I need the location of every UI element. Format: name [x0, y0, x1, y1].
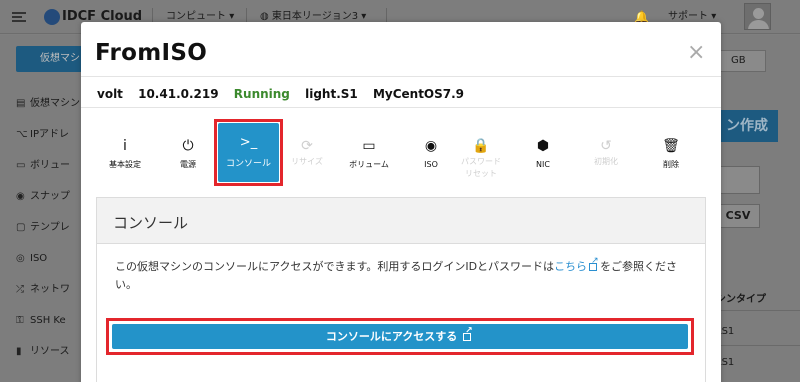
lock-icon: 🔒 — [472, 138, 490, 154]
template-icon: ▢ — [16, 222, 26, 233]
divider — [81, 107, 721, 108]
status-badge: Running — [233, 87, 290, 101]
sidebar-item[interactable]: ▮ リソース — [16, 342, 70, 362]
tab-label: パスワード — [461, 157, 501, 166]
create-button[interactable]: ン作成 — [716, 110, 778, 142]
tab-7: 🔒 パスワードリセット — [451, 118, 511, 184]
sidebar-item[interactable]: ▭ ボリュー — [16, 156, 70, 176]
tab-label: 初期化 — [594, 157, 618, 166]
chevron-down-icon: ▾ — [711, 11, 717, 22]
tag-icon: ⬢ — [536, 138, 550, 154]
tab-label: 基本設定 — [109, 160, 141, 169]
vm-name: volt — [97, 87, 123, 101]
panel-title: コンソール — [113, 214, 189, 232]
avatar[interactable] — [744, 3, 771, 30]
highlight-box — [214, 119, 283, 186]
sidebar-item[interactable]: ◎ ISO — [16, 249, 47, 269]
sidebar-item-label: ISO — [30, 253, 48, 264]
sidebar-item[interactable]: ⤮ ネットワ — [16, 280, 70, 300]
tab-1[interactable]: i 基本設定 — [95, 118, 155, 184]
trash-icon: 🗑 — [662, 138, 680, 154]
hdd-icon: ▭ — [362, 138, 376, 154]
vm-detail-modal: FromISO × volt 10.41.0.219 Running light… — [81, 22, 721, 382]
tab-10[interactable]: 🗑 削除 — [641, 118, 701, 184]
disk-icon: ▭ — [16, 160, 26, 171]
iso-icon: ◎ — [16, 253, 25, 264]
tab-9: ↺ 初期化 — [576, 118, 636, 184]
tab-label: ボリューム — [349, 160, 389, 169]
external-link-icon — [589, 257, 599, 271]
credentials-link[interactable]: こちら — [554, 257, 600, 273]
tab-label: 電源 — [180, 160, 196, 169]
sidebar-item[interactable]: ⌥ IPアドレ — [16, 125, 69, 145]
resize-icon: ⟳ — [301, 138, 313, 154]
sidebar-item-label: スナップ — [30, 191, 70, 202]
tab-5[interactable]: ▭ ボリューム — [339, 118, 399, 184]
vm-plan: light.S1 — [305, 87, 358, 101]
shuffle-icon: ⤮ — [16, 284, 24, 295]
vm-summary: volt 10.41.0.219 Running light.S1 MyCent… — [97, 87, 475, 101]
tab-label: 削除 — [663, 160, 679, 169]
vm-ip: 10.41.0.219 — [138, 87, 219, 101]
server-icon: ▤ — [16, 98, 26, 109]
tab-label: リセット — [465, 169, 497, 178]
sidebar-item-label: IPアドレ — [30, 129, 69, 140]
undo-icon: ↺ — [600, 138, 612, 154]
key-icon: ⚿ — [16, 315, 24, 326]
tab-4: ⟳ リサイズ — [277, 118, 337, 184]
globe-icon: ◍ — [260, 11, 269, 22]
chevron-down-icon: ▾ — [229, 11, 235, 22]
sidebar-item-label: SSH Ke — [30, 315, 66, 326]
sidebar-item-label: テンプレ — [30, 222, 70, 233]
external-link-icon — [463, 327, 473, 341]
tab-label: NIC — [536, 160, 550, 169]
access-console-button[interactable]: コンソールにアクセスする — [112, 324, 688, 349]
panel-header: コンソール — [97, 198, 705, 244]
sidebar-item-label: リソース — [30, 346, 70, 357]
storage-unit: GB — [716, 50, 766, 72]
vm-os: MyCentOS7.9 — [372, 87, 465, 101]
power-icon: ⏻ — [182, 138, 194, 154]
table-header: シンタイプ — [716, 294, 766, 305]
panel-description: この仮想マシンのコンソールにアクセスができます。利用するログインIDとパスワード… — [115, 257, 695, 294]
idcf-logo-icon — [44, 9, 60, 25]
sidebar-item-label: ボリュー — [30, 160, 70, 171]
tab-label: リサイズ — [291, 157, 323, 166]
search-input[interactable] — [716, 166, 760, 194]
divider — [81, 76, 721, 77]
csv-button[interactable]: CSV — [716, 204, 760, 228]
info-icon: i — [123, 138, 127, 154]
chevron-down-icon: ▾ — [361, 11, 367, 22]
modal-title: FromISO — [95, 40, 208, 66]
close-icon[interactable]: × — [687, 42, 705, 64]
sidebar-item[interactable]: ▤ 仮想マシン — [16, 94, 80, 114]
network-icon: ⌥ — [16, 129, 28, 140]
sidebar-item[interactable]: ⚿ SSH Ke — [16, 311, 66, 331]
resource-icon: ▮ — [16, 346, 22, 357]
tab-8[interactable]: ⬢ NIC — [513, 118, 573, 184]
sidebar-item[interactable]: ▢ テンプレ — [16, 218, 70, 238]
sidebar-item[interactable]: ◉ スナップ — [16, 187, 70, 207]
tab-2[interactable]: ⏻ 電源 — [158, 118, 218, 184]
sidebar-item-label: ネットワ — [30, 284, 70, 295]
camera-icon: ◉ — [16, 191, 25, 202]
menu-icon[interactable] — [12, 12, 26, 22]
sidebar-item-label: 仮想マシン — [30, 98, 80, 109]
